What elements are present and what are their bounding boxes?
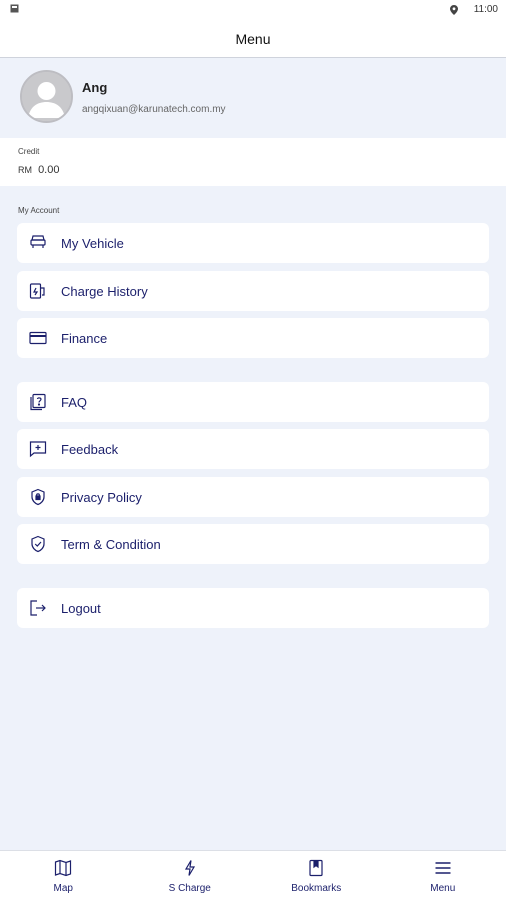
nav-label: Bookmarks — [291, 883, 342, 894]
menu-item-label: Privacy Policy — [61, 490, 142, 505]
nav-item-map[interactable]: Map — [0, 851, 127, 900]
bottom-nav: Map S Charge Bookmarks Menu — [0, 850, 506, 900]
nav-item-s-charge[interactable]: S Charge — [127, 851, 254, 900]
profile-section: Ang angqixuan@karunatech.com.my — [0, 58, 506, 138]
nav-item-menu[interactable]: Menu — [380, 851, 506, 900]
menu-item-term-condition[interactable]: Term & Condition — [17, 524, 489, 564]
menu-item-label: Finance — [61, 331, 108, 346]
charge-history-icon — [28, 281, 48, 301]
credit-value: 0.00 — [38, 164, 60, 176]
menu-item-label: Feedback — [61, 442, 119, 457]
menu-item-feedback[interactable]: Feedback — [17, 429, 489, 469]
vehicle-icon — [28, 233, 48, 253]
page-title: Menu — [235, 30, 271, 47]
menu-item-label: Term & Condition — [61, 537, 161, 552]
credit-currency: RM — [18, 165, 32, 175]
logout-icon — [28, 598, 48, 618]
bookmark-icon — [309, 859, 323, 877]
location-icon — [449, 4, 458, 15]
notification-icon — [10, 4, 19, 13]
app-bar: Menu — [0, 20, 506, 58]
nav-label: Menu — [430, 883, 456, 894]
question-icon — [28, 392, 48, 412]
avatar[interactable] — [20, 70, 73, 123]
menu-icon — [435, 862, 451, 874]
person-icon — [22, 72, 71, 121]
status-right: 11:00 — [449, 4, 498, 15]
menu-item-privacy-policy[interactable]: Privacy Policy — [17, 477, 489, 517]
bolt-icon — [184, 860, 195, 876]
nav-item-bookmarks[interactable]: Bookmarks — [253, 851, 380, 900]
nav-label: S Charge — [168, 883, 211, 894]
menu-item-label: My Vehicle — [61, 236, 124, 251]
my-account-label: My Account — [18, 206, 60, 215]
menu-item-label: Charge History — [61, 284, 148, 299]
privacy-icon — [28, 487, 48, 507]
status-time: 11:00 — [473, 4, 498, 15]
nav-label: Map — [53, 883, 73, 894]
credit-section: Credit RM 0.00 — [0, 138, 506, 186]
logout-button[interactable]: Logout — [17, 588, 489, 628]
profile-name: Ang — [82, 80, 108, 95]
card-icon — [28, 328, 48, 348]
status-bar: 11:00 — [0, 0, 506, 20]
credit-amount: RM 0.00 — [18, 164, 59, 176]
menu-item-label: FAQ — [61, 395, 88, 410]
feedback-icon — [28, 439, 48, 459]
menu-item-charge-history[interactable]: Charge History — [17, 271, 489, 311]
menu-item-finance[interactable]: Finance — [17, 318, 489, 358]
profile-email: angqixuan@karunatech.com.my — [82, 104, 226, 115]
logout-label: Logout — [61, 601, 101, 616]
credit-label: Credit — [18, 147, 40, 156]
shield-check-icon — [28, 534, 48, 554]
menu-item-faq[interactable]: FAQ — [17, 382, 489, 422]
map-icon — [55, 859, 72, 877]
menu-item-my-vehicle[interactable]: My Vehicle — [17, 223, 489, 263]
